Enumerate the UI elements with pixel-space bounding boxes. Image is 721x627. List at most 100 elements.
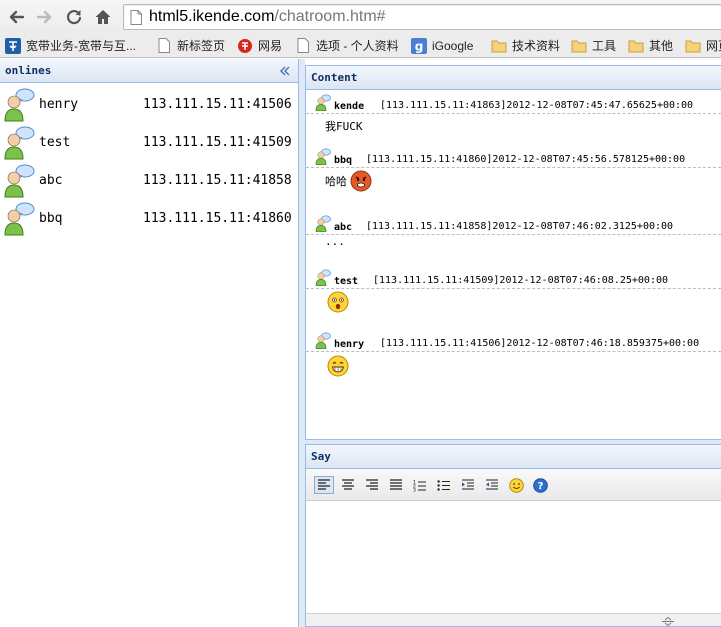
- indent-button[interactable]: [458, 476, 478, 494]
- align-right-icon: [366, 479, 378, 490]
- message-meta: [113.111.15.11:41858]2012-12-08T07:46:02…: [366, 221, 674, 232]
- user-avatar-icon: [315, 269, 331, 286]
- bookmark-label: iGoogle: [432, 38, 474, 53]
- editor-resize-bar[interactable]: [306, 613, 721, 626]
- bookmark-options[interactable]: 选项 - 个人资料: [295, 36, 399, 55]
- message-sender: test: [334, 276, 359, 287]
- collapse-left-icon[interactable]: [278, 64, 292, 78]
- user-avatar-icon: [315, 94, 331, 111]
- bookmark-label: 技术资料: [512, 39, 561, 53]
- bookmark-folder-tech[interactable]: 技术资料: [491, 36, 560, 55]
- emoticon-button[interactable]: [506, 476, 526, 494]
- user-avatar-icon: [315, 148, 331, 165]
- user-chat-avatar-icon: [4, 126, 35, 160]
- svg-text:?: ?: [537, 481, 543, 492]
- bookmarks-bar: 宽带业务-宽带与互... 新标签页 网易 选项 - 个人资料 g iGoogle…: [0, 33, 721, 58]
- bookmark-label: 宽带业务-宽带与互...: [26, 39, 136, 53]
- user-chat-avatar-icon: [4, 164, 35, 198]
- surprised-face-emoticon: [327, 291, 349, 313]
- editor-toolbar: 123 ?: [306, 469, 721, 501]
- online-user-ip: 113.111.15.11:41860: [143, 211, 292, 226]
- onlines-title: onlines: [5, 64, 52, 77]
- online-user-row[interactable]: henry 113.111.15.11:41506: [0, 88, 299, 124]
- message-text: 哈哈: [325, 175, 347, 188]
- folder-icon: [571, 38, 587, 54]
- indent-icon: [462, 479, 474, 490]
- online-user-row[interactable]: bbq 113.111.15.11:41860: [0, 202, 299, 238]
- message-body: ...: [325, 235, 345, 248]
- outdent-icon: [486, 479, 498, 490]
- content-title: Content: [311, 71, 358, 84]
- online-user-ip: 113.111.15.11:41506: [143, 97, 292, 112]
- bookmark-label: 网页: [706, 39, 721, 53]
- message-body: 哈哈: [325, 170, 372, 192]
- align-left-button[interactable]: [314, 476, 334, 494]
- online-user-row[interactable]: abc 113.111.15.11:41858: [0, 164, 299, 200]
- reload-button[interactable]: [63, 6, 85, 28]
- say-title: Say: [311, 450, 331, 463]
- outdent-button[interactable]: [482, 476, 502, 494]
- message-editor[interactable]: [306, 502, 721, 613]
- justify-icon: [390, 479, 402, 490]
- angry-face-emoticon: [350, 170, 372, 192]
- justify-button[interactable]: [386, 476, 406, 494]
- online-user-row[interactable]: test 113.111.15.11:41509: [0, 126, 299, 162]
- message-text: 我FUCK: [325, 120, 363, 133]
- bookmark-telecom[interactable]: 宽带业务-宽带与互...: [5, 36, 136, 55]
- online-user-ip: 113.111.15.11:41858: [143, 173, 292, 188]
- bookmark-folder-tools[interactable]: 工具: [571, 36, 616, 55]
- align-center-button[interactable]: [338, 476, 358, 494]
- online-user-name: bbq: [39, 211, 63, 226]
- ordered-list-button[interactable]: 123: [410, 476, 430, 494]
- bookmark-new-tab[interactable]: 新标签页: [156, 36, 225, 55]
- page-icon: [295, 38, 311, 54]
- onlines-header: onlines: [0, 59, 298, 83]
- message-text: ...: [325, 235, 345, 248]
- bookmark-folder-web[interactable]: 网页: [685, 36, 721, 55]
- onlines-panel: onlines henry 113.111.15.11:41506 test 1…: [0, 59, 299, 627]
- browser-toolbar: html5.ikende.com/chatroom.htm#: [0, 0, 721, 33]
- help-icon: ?: [532, 477, 548, 493]
- smiley-icon: [508, 477, 524, 493]
- message-sender: abc: [334, 222, 353, 233]
- bookmark-folder-other[interactable]: 其他: [628, 36, 673, 55]
- back-button[interactable]: [5, 6, 27, 28]
- message-meta: [113.111.15.11:41509]2012-12-08T07:46:08…: [373, 275, 669, 286]
- home-button[interactable]: [92, 6, 114, 28]
- folder-icon: [685, 38, 701, 54]
- say-panel: Say 123 ?: [305, 444, 721, 627]
- google-logo-icon: g: [411, 37, 427, 54]
- message-body: [327, 355, 349, 377]
- align-right-button[interactable]: [362, 476, 382, 494]
- ordered-list-icon: 123: [413, 479, 426, 492]
- message-meta: [113.111.15.11:41860]2012-12-08T07:45:56…: [366, 154, 686, 165]
- online-user-name: henry: [39, 97, 79, 112]
- message-body: [327, 291, 349, 313]
- message-body: 我FUCK: [325, 118, 363, 134]
- svg-text:g: g: [415, 39, 424, 53]
- bookmark-label: 其他: [649, 39, 674, 53]
- online-user-name: test: [39, 135, 71, 150]
- message-sender: bbq: [334, 155, 353, 166]
- unordered-list-button[interactable]: [434, 476, 454, 494]
- address-bar[interactable]: html5.ikende.com/chatroom.htm#: [123, 4, 721, 30]
- svg-text:3: 3: [413, 487, 416, 492]
- bookmark-igoogle[interactable]: g iGoogle: [411, 36, 473, 55]
- forward-button[interactable]: [34, 6, 56, 28]
- url-path: /chatroom.htm#: [274, 8, 386, 25]
- align-center-icon: [342, 479, 354, 490]
- resize-grip-icon: [662, 617, 674, 626]
- home-icon: [95, 10, 111, 24]
- folder-icon: [628, 38, 644, 54]
- content-panel: Content kende [113.111.15.11:41863]2012-…: [305, 65, 721, 440]
- page-icon: [156, 38, 172, 54]
- help-button[interactable]: ?: [530, 476, 550, 494]
- grinning-face-emoticon: [327, 355, 349, 377]
- netease-logo-icon: [237, 38, 253, 54]
- user-avatar-icon: [315, 215, 331, 232]
- folder-icon: [491, 38, 507, 54]
- bookmark-label: 新标签页: [177, 39, 226, 53]
- bookmark-netease[interactable]: 网易: [237, 36, 282, 55]
- message-sender: henry: [334, 339, 365, 350]
- user-chat-avatar-icon: [4, 202, 35, 236]
